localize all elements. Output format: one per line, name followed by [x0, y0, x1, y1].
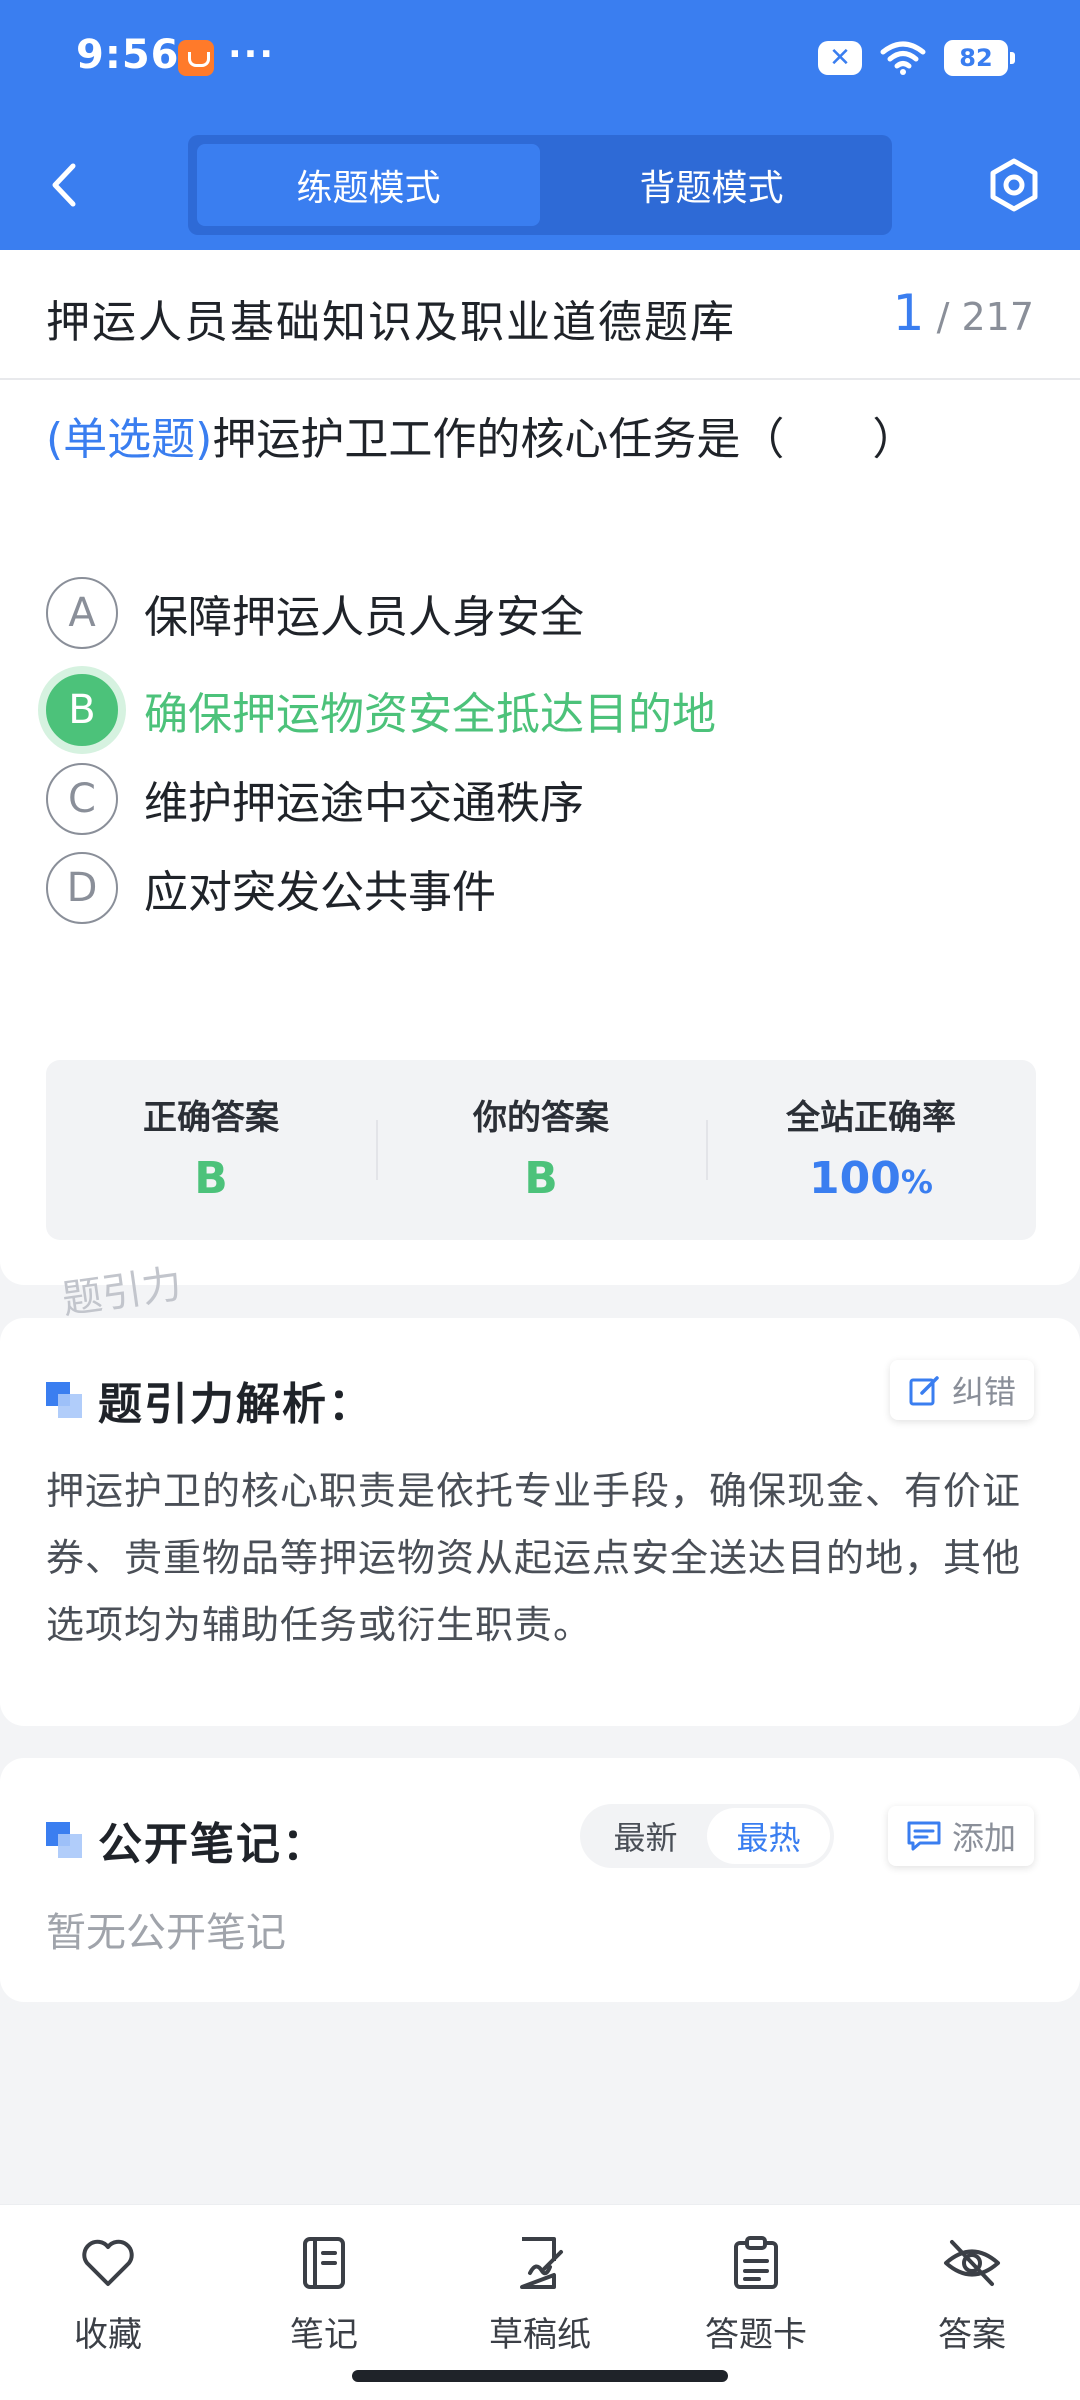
status-bar: 9:56 ··· ✕ 82: [0, 0, 1080, 120]
option-key: D: [46, 852, 118, 924]
option-key: C: [46, 763, 118, 835]
option-text: 确保押运物资安全抵达目的地: [144, 689, 716, 740]
answer-card-label: 答题卡: [705, 2315, 807, 2355]
app-notification-icon: [178, 40, 214, 76]
wifi-icon: [880, 40, 926, 76]
question-progress: 1 / 217: [893, 284, 1034, 342]
accuracy-number: 100: [809, 1153, 901, 1204]
progress-separator: /: [936, 295, 950, 339]
analysis-header: 题引力解析：: [46, 1368, 374, 1432]
site-accuracy: 全站正确率 100%: [706, 1060, 1036, 1240]
notes-sort-toggle: 最新 最热: [580, 1804, 834, 1868]
mode-switch: 练题模式 背题模式: [188, 135, 892, 235]
home-indicator[interactable]: [352, 2370, 728, 2382]
option-c[interactable]: C 维护押运途中交通秩序: [46, 761, 1036, 837]
more-notifications-icon: ···: [228, 34, 276, 75]
bank-header: 押运人员基础知识及职业道德题库 1 / 217: [0, 250, 1080, 380]
notes-label: 笔记: [290, 2315, 358, 2355]
analysis-text: 押运护卫的核心职责是依托专业手段，确保现金、有价证券、贵重物品等押运物资从起运点…: [46, 1469, 1022, 1647]
back-button[interactable]: [40, 155, 88, 215]
section-icon: [46, 1822, 82, 1858]
option-text: 维护押运途中交通秩序: [144, 778, 584, 829]
your-answer-label: 你的答案: [473, 1098, 609, 1138]
favorite-label: 收藏: [74, 2315, 142, 2355]
battery-icon: 82: [944, 40, 1015, 76]
sort-latest[interactable]: 最新: [584, 1808, 707, 1864]
report-error-button[interactable]: 纠错: [889, 1360, 1034, 1420]
toggle-answer-button[interactable]: 答案: [864, 2205, 1080, 2400]
bank-title: 押运人员基础知识及职业道德题库: [46, 297, 736, 348]
section-icon: [46, 1382, 82, 1418]
answer-summary: 正确答案 B 你的答案 B 全站正确率 100%: [46, 1060, 1036, 1240]
accuracy-unit: %: [900, 1163, 933, 1201]
site-accuracy-label: 全站正确率: [786, 1098, 956, 1138]
report-error-label: 纠错: [951, 1373, 1016, 1411]
add-note-button[interactable]: 添加: [887, 1806, 1034, 1866]
public-notes-card: 公开笔记： 最新 最热 添加 暂无公开笔记: [0, 1758, 1080, 2002]
sim-off-icon: ✕: [818, 41, 862, 75]
your-answer: 你的答案 B: [376, 1060, 706, 1240]
notebook-icon: [294, 2233, 354, 2293]
toggle-answer-label: 答案: [938, 2315, 1006, 2355]
site-accuracy-value: 100%: [706, 1153, 1036, 1204]
option-text: 保障押运人员人身安全: [144, 592, 584, 643]
analysis-title: 题引力解析：: [98, 1379, 374, 1430]
answer-card-icon: [726, 2233, 786, 2293]
notes-header: 公开笔记：: [46, 1808, 328, 1872]
draft-paper-label: 草稿纸: [489, 2315, 591, 2355]
correct-answer: 正确答案 B: [46, 1060, 376, 1240]
favorite-button[interactable]: 收藏: [0, 2205, 216, 2400]
option-d[interactable]: D 应对突发公共事件: [46, 850, 1036, 926]
empty-notes-text: 暂无公开笔记: [46, 1910, 286, 1956]
question-text: 押运护卫工作的核心任务是（ ）: [212, 414, 917, 465]
status-icons: ✕ 82: [818, 38, 1015, 78]
settings-button[interactable]: [984, 150, 1044, 220]
analysis-card: 题引力解析： 纠错 押运护卫的核心职责是依托专业手段，确保现金、有价证券、贵重物…: [0, 1318, 1080, 1726]
option-a[interactable]: A 保障押运人员人身安全: [46, 575, 1036, 651]
option-key: A: [46, 577, 118, 649]
edit-icon: [909, 1376, 939, 1406]
your-answer-value: B: [524, 1153, 558, 1204]
correct-answer-value: B: [194, 1153, 228, 1204]
tab-memorize-mode[interactable]: 背题模式: [540, 144, 883, 226]
chevron-left-icon: [52, 163, 76, 207]
notes-title: 公开笔记：: [98, 1819, 328, 1870]
draft-paper-icon: [510, 2233, 570, 2293]
tab-practice-mode[interactable]: 练题模式: [197, 144, 540, 226]
current-index: 1: [892, 284, 925, 342]
question-card: 押运人员基础知识及职业道德题库 1 / 217 (单选题)押运护卫工作的核心任务…: [0, 250, 1080, 1285]
eye-off-icon: [942, 2233, 1002, 2293]
sort-hottest[interactable]: 最热: [707, 1808, 830, 1864]
add-note-label: 添加: [951, 1819, 1016, 1857]
status-time: 9:56: [76, 32, 180, 78]
heart-icon: [78, 2233, 138, 2293]
question-stem: (单选题)押运护卫工作的核心任务是（ ）: [46, 405, 1036, 475]
comment-icon: [907, 1821, 941, 1851]
total-count: 217: [961, 295, 1034, 339]
hexagon-settings-icon: [990, 158, 1038, 212]
option-b[interactable]: B 确保押运物资安全抵达目的地: [46, 672, 1036, 748]
correct-answer-label: 正确答案: [143, 1098, 279, 1138]
option-text: 应对突发公共事件: [144, 867, 496, 918]
question-type: (单选题): [46, 414, 213, 465]
option-key: B: [46, 674, 118, 746]
top-header: 9:56 ··· ✕ 82 练题模式 背题模式: [0, 0, 1080, 250]
